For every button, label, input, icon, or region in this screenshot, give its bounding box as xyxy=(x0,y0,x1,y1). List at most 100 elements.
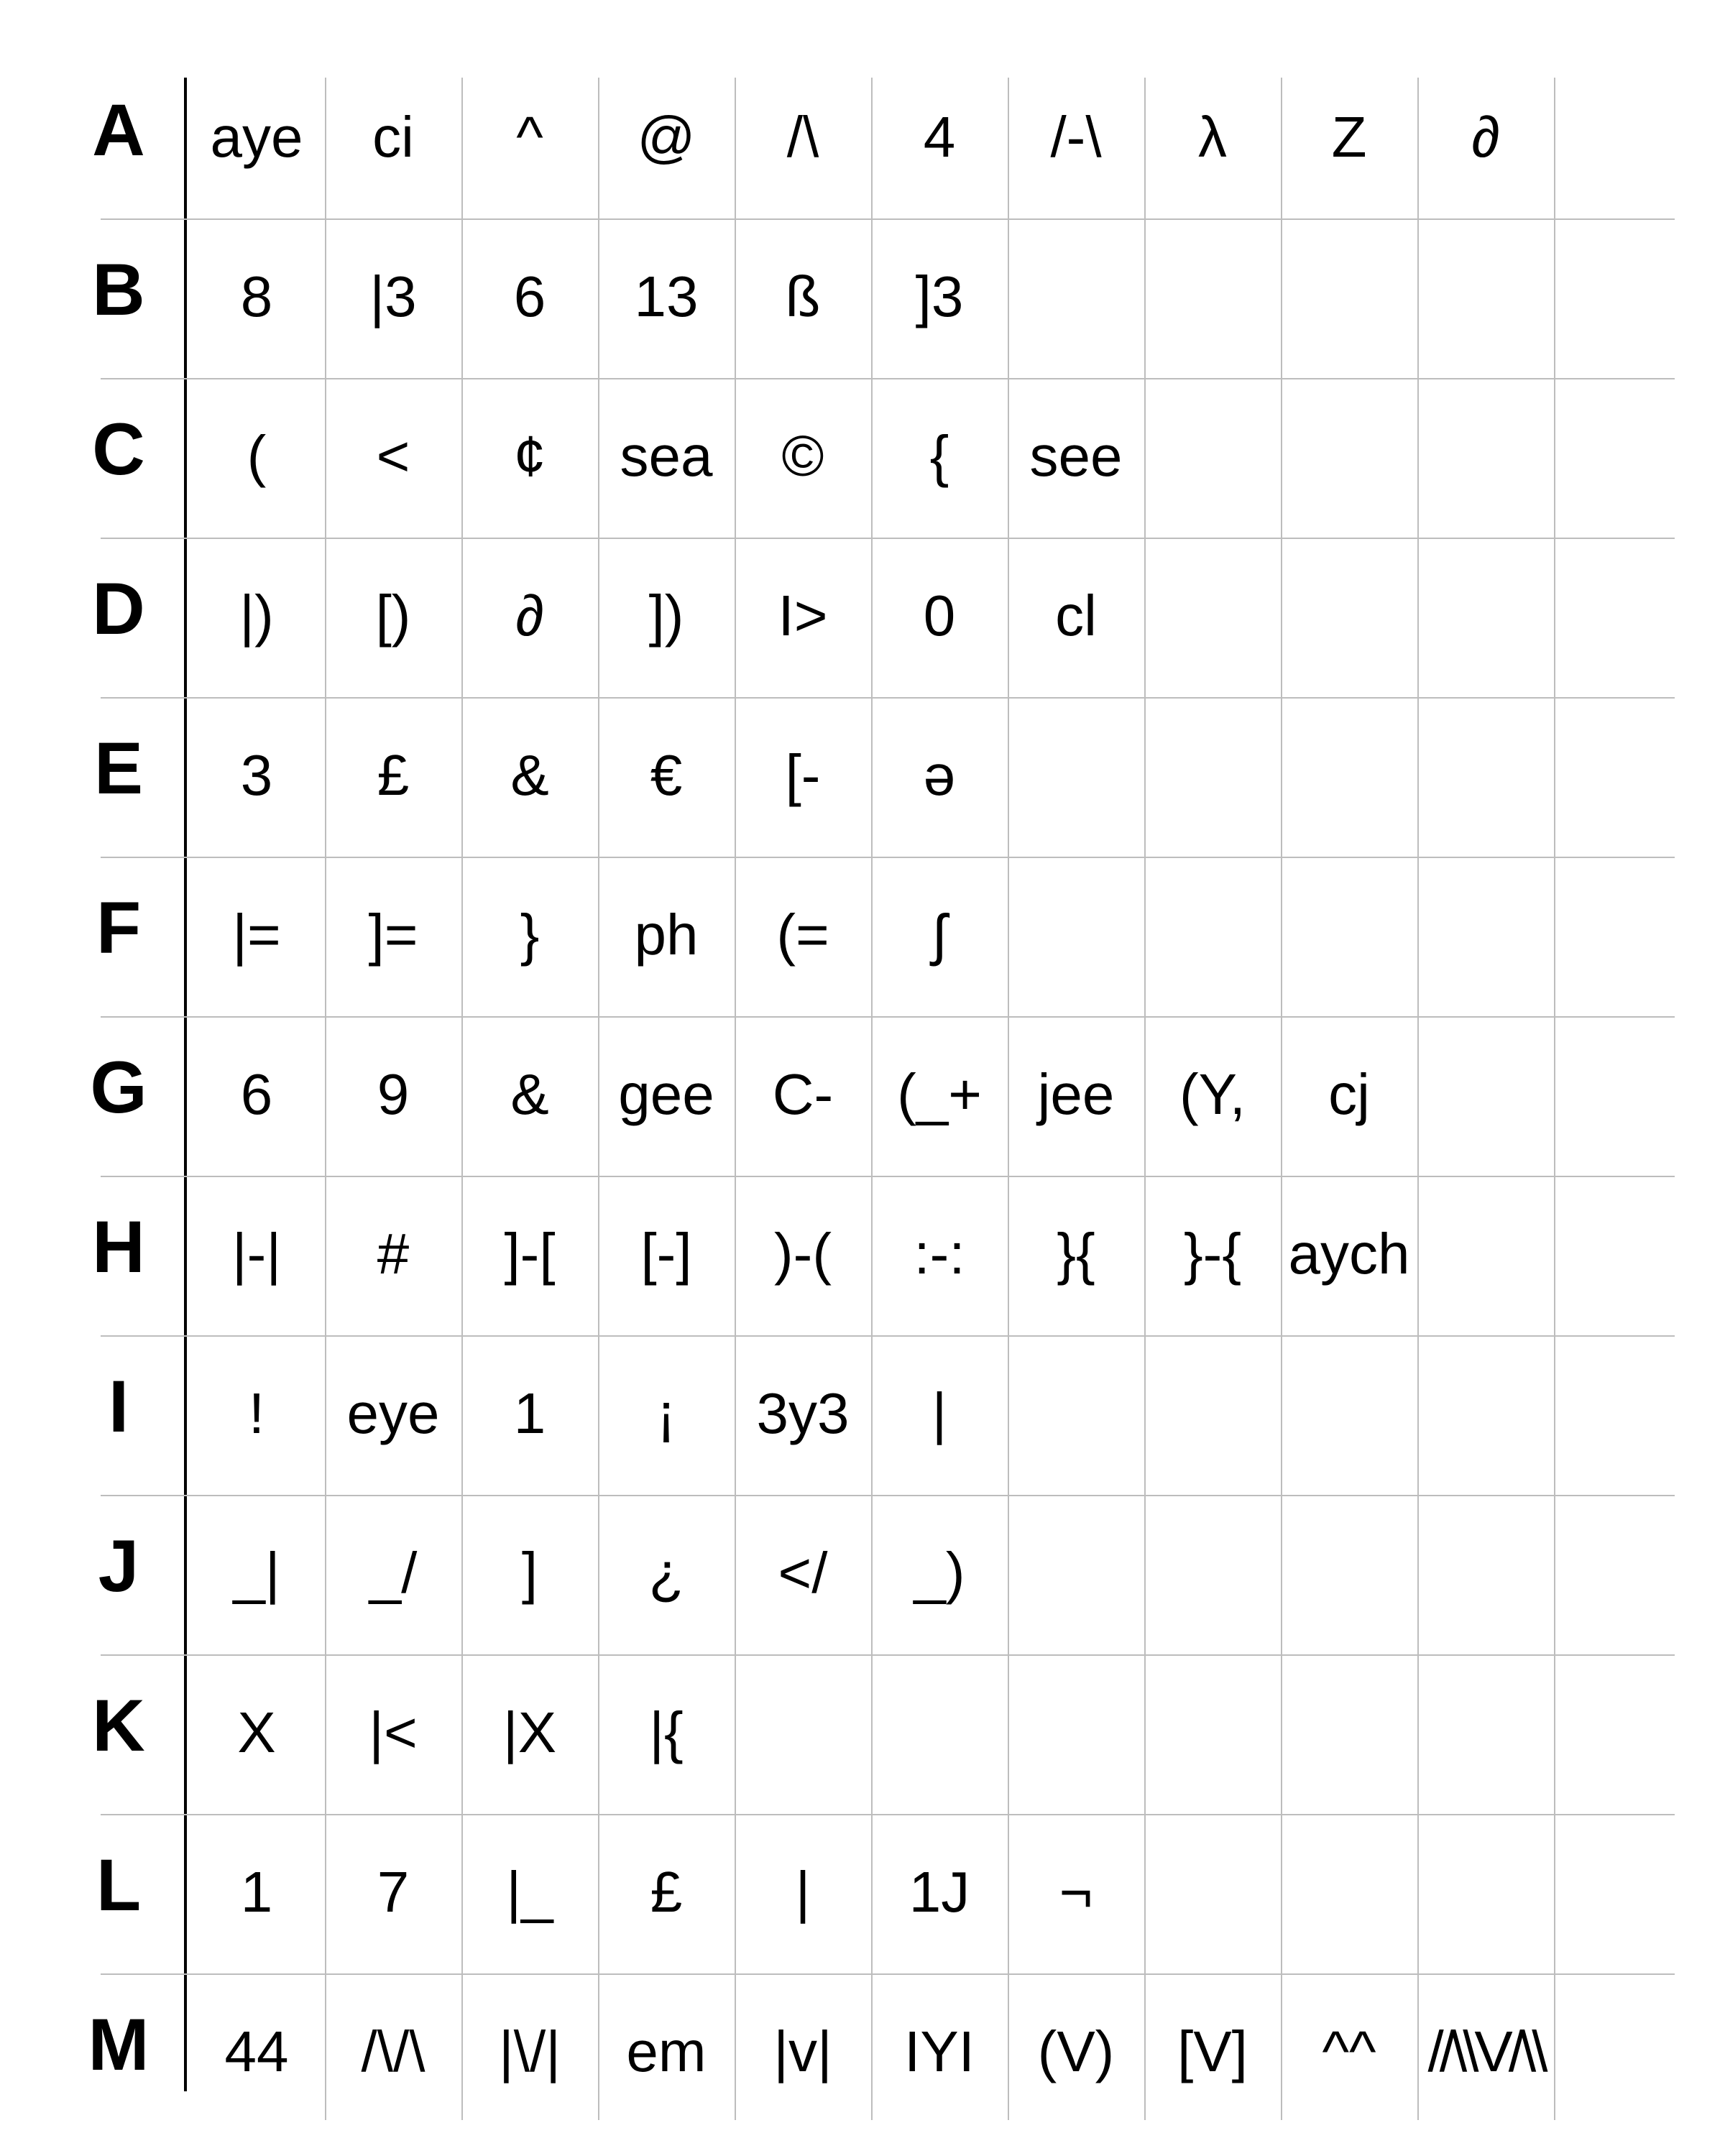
leet-variant-cell: eye xyxy=(346,1381,440,1445)
leet-variant-cell: 13 xyxy=(634,264,699,328)
leet-variant-cell: # xyxy=(377,1222,410,1286)
row-letter-j: J xyxy=(98,1525,139,1607)
leet-variant-cell: £ xyxy=(377,743,410,807)
leet-variant-cell: }{ xyxy=(1057,1222,1095,1286)
leet-variant-cell: IYI xyxy=(904,2019,975,2083)
leet-variant-cell: |\/| xyxy=(498,2019,561,2083)
leet-variant-cell: [- xyxy=(785,743,821,807)
leet-variant-cell: aych xyxy=(1288,1222,1410,1286)
leet-variant-cell: |-| xyxy=(231,1222,282,1286)
leet-variant-cell: cj xyxy=(1328,1062,1370,1126)
leet-variant-cell: |) xyxy=(239,584,274,648)
leet-variant-cell: /\ xyxy=(786,105,819,169)
leet-alphabet-table: Aaye ci ^ @/\ 4/-\ λ Z ∂ B 8 |3 6 13 ß]3 C(< ¢ sea ©{see D… xyxy=(0,0,1725,2156)
leet-variant-cell: }-{ xyxy=(1183,1222,1242,1286)
column-divider xyxy=(1554,78,1555,2120)
leet-variant-cell: ∂ xyxy=(515,584,544,648)
leet-variant-cell: ¢ xyxy=(513,424,546,488)
leet-variant-cell: gee xyxy=(618,1062,714,1126)
row-letter-c: C xyxy=(92,408,145,490)
leet-variant-cell: ph xyxy=(634,903,699,967)
leet-variant-cell: [V] xyxy=(1177,2019,1248,2083)
leet-variant-cell: 6 xyxy=(513,264,546,328)
leet-variant-cell: :-: xyxy=(914,1222,965,1286)
leet-variant-cell: 44 xyxy=(224,2019,289,2083)
leet-variant-cell: |< xyxy=(369,1700,418,1764)
leet-variant-cell: (V) xyxy=(1037,2019,1115,2083)
leet-variant-cell: cl xyxy=(1055,584,1097,648)
leet-variant-cell: ! xyxy=(248,1381,265,1445)
row-letter-a: A xyxy=(92,89,145,171)
leet-variant-cell: ( xyxy=(247,424,267,488)
leet-variant-cell: ] xyxy=(521,1541,538,1605)
leet-variant-cell: _) xyxy=(914,1541,965,1605)
leet-variant-cell: (= xyxy=(776,903,829,967)
leet-variant-cell: 3 xyxy=(240,743,273,807)
row-letter-g: G xyxy=(90,1046,147,1128)
leet-variant-cell: ¬ xyxy=(1059,1860,1093,1924)
row-letter-l: L xyxy=(96,1844,142,1926)
leet-variant-cell: |_ xyxy=(506,1860,553,1924)
leet-variant-cell: £ xyxy=(650,1860,683,1924)
leet-variant-cell: ¿ xyxy=(648,1541,684,1605)
leet-variant-cell: (_+ xyxy=(897,1062,982,1126)
leet-variant-cell: ß xyxy=(785,264,821,328)
leet-variant-cell: ]3 xyxy=(915,264,964,328)
leet-variant-cell: & xyxy=(510,1062,549,1126)
leet-variant-cell: |{ xyxy=(649,1700,684,1764)
leet-variant-cell: | xyxy=(932,1381,947,1445)
leet-variant-cell: I> xyxy=(778,584,828,648)
row-letter-e: E xyxy=(93,727,144,809)
leet-variant-cell: see xyxy=(1029,424,1123,488)
row-label-divider xyxy=(184,78,187,2091)
leet-variant-cell: )-( xyxy=(774,1222,832,1286)
leet-variant-cell: @ xyxy=(637,105,696,169)
leet-variant-cell: 3y3 xyxy=(756,1381,850,1445)
leet-variant-cell: [-] xyxy=(640,1222,692,1286)
leet-variant-cell: 0 xyxy=(923,584,956,648)
leet-variant-cell: aye xyxy=(210,105,303,169)
row-letter-h: H xyxy=(92,1206,145,1288)
row-letter-k: K xyxy=(92,1685,145,1766)
leet-variant-cell: X xyxy=(237,1700,276,1764)
leet-variant-cell: 4 xyxy=(923,105,956,169)
leet-variant-cell: sea xyxy=(620,424,713,488)
leet-variant-cell: 6 xyxy=(240,1062,273,1126)
leet-variant-cell: C- xyxy=(772,1062,834,1126)
leet-variant-cell: [) xyxy=(375,584,411,648)
leet-variant-cell: < xyxy=(376,424,410,488)
leet-variant-cell: (Y, xyxy=(1179,1062,1246,1126)
leet-variant-cell: |3 xyxy=(369,264,417,328)
leet-variant-cell: ^ xyxy=(516,105,543,169)
leet-variant-cell: € xyxy=(650,743,683,807)
leet-variant-cell: _/ xyxy=(369,1541,418,1605)
row-letter-d: D xyxy=(92,568,145,650)
leet-variant-cell: jee xyxy=(1037,1062,1115,1126)
leet-variant-cell: _| xyxy=(233,1541,280,1605)
leet-variant-cell: ]= xyxy=(368,903,418,967)
leet-variant-cell: 1J xyxy=(908,1860,970,1924)
column-divider xyxy=(1417,78,1419,2120)
leet-variant-cell: 1 xyxy=(513,1381,546,1445)
leet-variant-cell: 9 xyxy=(377,1062,410,1126)
leet-variant-cell: © xyxy=(781,424,824,488)
leet-variant-cell: 8 xyxy=(240,264,273,328)
leet-variant-cell: } xyxy=(520,903,540,967)
leet-variant-cell: 1 xyxy=(240,1860,273,1924)
leet-variant-cell: /\/\ xyxy=(361,2019,426,2083)
leet-variant-cell: ə xyxy=(923,743,956,807)
leet-variant-cell: Z xyxy=(1331,105,1367,169)
leet-variant-cell: λ xyxy=(1198,105,1227,169)
leet-variant-cell: & xyxy=(510,743,549,807)
leet-variant-cell: ¡ xyxy=(656,1381,676,1445)
row-letter-i: I xyxy=(108,1365,129,1447)
leet-variant-cell: ]) xyxy=(648,584,684,648)
leet-variant-cell: /-\ xyxy=(1050,105,1102,169)
leet-variant-cell: |v| xyxy=(773,2019,832,2083)
leet-variant-cell: |X xyxy=(502,1700,557,1764)
leet-variant-cell: ∂ xyxy=(1471,105,1500,169)
leet-variant-cell: ]-[ xyxy=(504,1222,556,1286)
leet-variant-cell: 7 xyxy=(377,1860,410,1924)
leet-variant-cell: | xyxy=(795,1860,811,1924)
leet-variant-cell: { xyxy=(929,424,949,488)
